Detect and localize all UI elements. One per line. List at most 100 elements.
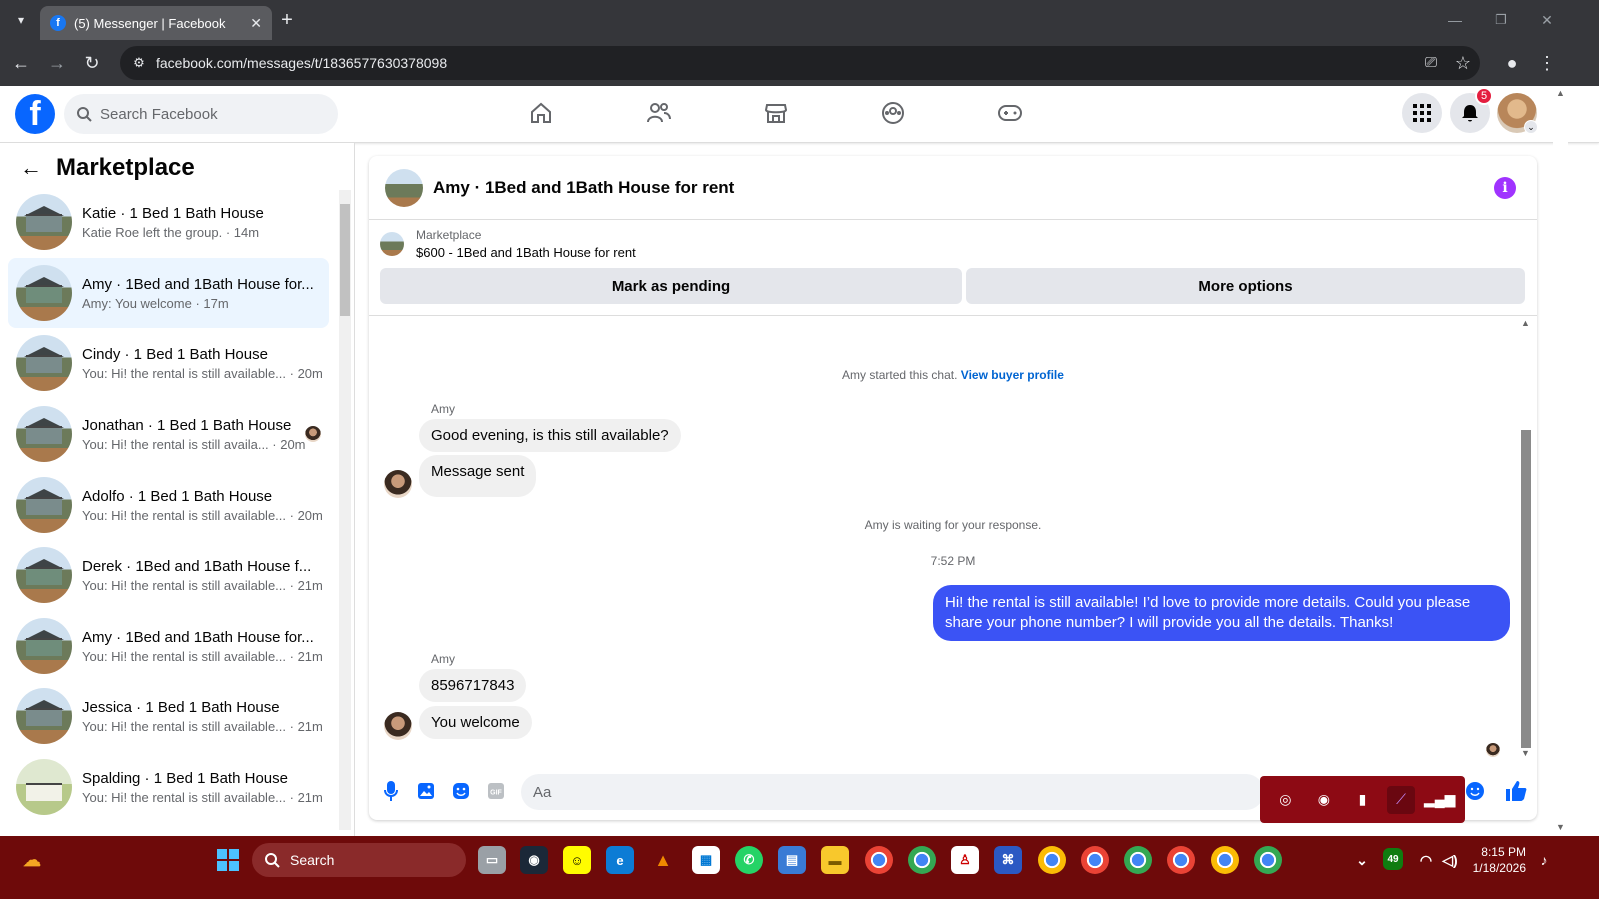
bookmark-star-icon[interactable]: ☆ <box>1448 48 1478 78</box>
chat-title[interactable]: Amy · 1Bed and 1Bath House for rent <box>433 178 734 198</box>
browser-tab[interactable]: f (5) Messenger | Facebook ✕ <box>40 6 272 40</box>
gaming-icon[interactable] <box>990 93 1030 133</box>
incoming-message[interactable]: 8596717843 <box>419 669 527 702</box>
conversation-info-icon[interactable]: i <box>1494 177 1516 199</box>
page-scrollbar[interactable] <box>1553 86 1568 836</box>
conversation-item[interactable]: Jessica · 1 Bed 1 Bath House You: Hi! the… <box>8 681 329 751</box>
profile-icon[interactable]: ● <box>1497 48 1527 78</box>
close-tab-icon[interactable]: ✕ <box>250 15 262 32</box>
conversation-item[interactable]: Amy · 1Bed and 1Bath House for... You: Hi… <box>8 611 329 681</box>
chrome-menu-icon[interactable]: ⋮ <box>1532 48 1562 78</box>
voice-clip-icon[interactable] <box>379 779 403 803</box>
steam-icon[interactable]: ◉ <box>1310 786 1338 814</box>
performance-icon[interactable]: ▂▄▆ <box>1424 786 1455 814</box>
conversation-item[interactable]: Cindy · 1 Bed 1 Bath House You: Hi! the r… <box>8 328 329 398</box>
incoming-message[interactable]: You welcome <box>419 706 532 739</box>
conversation-item[interactable]: Spalding · 1 Bed 1 Bath House You: Hi! th… <box>8 752 329 822</box>
chrome-icon[interactable] <box>1167 846 1195 874</box>
app-icon[interactable]: ♙ <box>951 846 979 874</box>
feather-icon[interactable]: ⟋ <box>1387 785 1416 814</box>
friends-icon[interactable] <box>639 93 679 133</box>
emoji-icon[interactable] <box>1463 779 1487 803</box>
outgoing-message[interactable]: Hi! the rental is still available! I’d l… <box>933 585 1510 641</box>
vlc-icon[interactable]: ▲ <box>649 846 677 874</box>
more-options-button[interactable]: More options <box>966 268 1525 304</box>
edge-icon[interactable]: e <box>606 846 634 874</box>
tray-overflow-icon[interactable]: ⌄ <box>1348 846 1376 874</box>
message-input[interactable]: Aa <box>521 774 1264 810</box>
home-icon[interactable] <box>521 93 561 133</box>
chrome-icon[interactable] <box>1254 846 1282 874</box>
conversation-item-active[interactable]: Amy · 1Bed and 1Bath House for... Amy: Yo… <box>8 258 329 328</box>
facebook-logo-icon[interactable]: f <box>15 94 55 134</box>
back-arrow-icon[interactable]: ← <box>20 155 42 181</box>
snapchat-icon[interactable]: ☺ <box>563 846 591 874</box>
taskbar-clock[interactable]: 8:15 PM 1/18/2026 <box>1470 844 1526 876</box>
account-chevron-icon[interactable]: ⌄ <box>1524 120 1538 134</box>
chrome-icon[interactable] <box>908 846 936 874</box>
battery-indicator[interactable]: 49 <box>1383 848 1403 870</box>
thread-scroll-thumb[interactable] <box>1521 430 1531 748</box>
conversation-item[interactable]: Derek · 1Bed and 1Bath House f... You: Hi… <box>8 540 329 610</box>
chrome-icon[interactable] <box>865 846 893 874</box>
listing-summary[interactable]: Marketplace $600 - 1Bed and 1Bath House … <box>380 228 636 260</box>
whatsapp-icon[interactable]: ✆ <box>735 846 763 874</box>
like-thumb-icon[interactable] <box>1502 777 1530 805</box>
taskbar-search[interactable]: Search <box>252 843 466 877</box>
chrome-icon[interactable] <box>1038 846 1066 874</box>
tab-list-icon[interactable]: ▾ <box>6 5 36 35</box>
chrome-icon[interactable] <box>1124 846 1152 874</box>
steam-app-icon[interactable]: ◉ <box>520 846 548 874</box>
incoming-message[interactable]: Good evening, is this still available? <box>419 419 681 452</box>
restore-icon[interactable]: ❐ <box>1486 5 1516 35</box>
page-scroll-up-icon[interactable]: ▲ <box>1556 88 1565 98</box>
conversation-item[interactable]: Jonathan · 1 Bed 1 Bath House You: Hi! th… <box>8 399 329 469</box>
gif-icon[interactable]: GIF <box>484 779 508 803</box>
conversation-item[interactable]: Adolfo · 1 Bed 1 Bath House You: Hi! the … <box>8 470 329 540</box>
conversation-name: Derek · 1Bed and 1Bath House f... <box>82 557 312 575</box>
install-app-icon[interactable]: ⎚ <box>1416 48 1446 78</box>
scroll-down-icon[interactable]: ▼ <box>1521 748 1530 758</box>
capture-icon[interactable]: ◎ <box>1271 786 1299 814</box>
menu-grid-icon[interactable] <box>1402 93 1442 133</box>
scroll-up-icon[interactable]: ▲ <box>1521 318 1530 328</box>
close-window-icon[interactable]: ✕ <box>1532 5 1562 35</box>
amy-avatar[interactable] <box>384 470 412 498</box>
chat-listing-avatar[interactable] <box>385 168 423 207</box>
notification-center-icon[interactable]: ♪ <box>1530 846 1558 874</box>
minimize-icon[interactable]: — <box>1440 5 1470 35</box>
app-icon[interactable]: ⌘ <box>994 846 1022 874</box>
mark-as-pending-button[interactable]: Mark as pending <box>380 268 962 304</box>
sidebar-scroll-thumb[interactable] <box>340 204 350 316</box>
new-tab-icon[interactable]: + <box>272 5 302 35</box>
conversation-name: Cindy · 1 Bed 1 Bath House <box>82 345 268 363</box>
attach-photo-icon[interactable] <box>414 779 438 803</box>
store-icon[interactable]: ▦ <box>692 846 720 874</box>
rdp-icon[interactable]: ▤ <box>778 846 806 874</box>
forward-icon[interactable]: → <box>42 48 72 78</box>
start-windows-icon[interactable] <box>214 846 242 874</box>
conversation-name: Spalding · 1 Bed 1 Bath House <box>82 769 288 787</box>
amy-avatar[interactable] <box>384 712 412 740</box>
view-buyer-profile-link[interactable]: View buyer profile <box>961 368 1064 382</box>
svg-text:GIF: GIF <box>490 790 502 797</box>
reload-icon[interactable]: ↻ <box>77 48 107 78</box>
groups-icon[interactable] <box>873 93 913 133</box>
listing-small-thumbnail <box>380 232 404 256</box>
conversation-item[interactable]: Katie · 1 Bed 1 Bath House Katie Roe left… <box>8 187 329 257</box>
widgets-icon[interactable]: ☁ <box>18 846 46 874</box>
chrome-icon[interactable] <box>1211 846 1239 874</box>
address-bar[interactable]: facebook.com/messages/t/1836577630378098 <box>120 46 1480 80</box>
chrome-icon[interactable] <box>1081 846 1109 874</box>
task-view-icon[interactable]: ▭ <box>478 846 506 874</box>
search-input[interactable]: Search Facebook <box>64 94 338 134</box>
volume-icon[interactable]: ◁) <box>1436 846 1464 874</box>
back-icon[interactable]: ← <box>6 48 36 78</box>
site-info-icon[interactable]: ⚙ <box>124 48 154 78</box>
shield-icon[interactable]: ▮ <box>1348 786 1376 814</box>
marketplace-icon[interactable] <box>756 93 796 133</box>
page-scroll-down-icon[interactable]: ▼ <box>1556 822 1565 832</box>
incoming-message[interactable]: Message sent <box>419 455 537 497</box>
sticker-icon[interactable] <box>449 779 473 803</box>
file-explorer-icon[interactable]: ▬ <box>821 846 849 874</box>
